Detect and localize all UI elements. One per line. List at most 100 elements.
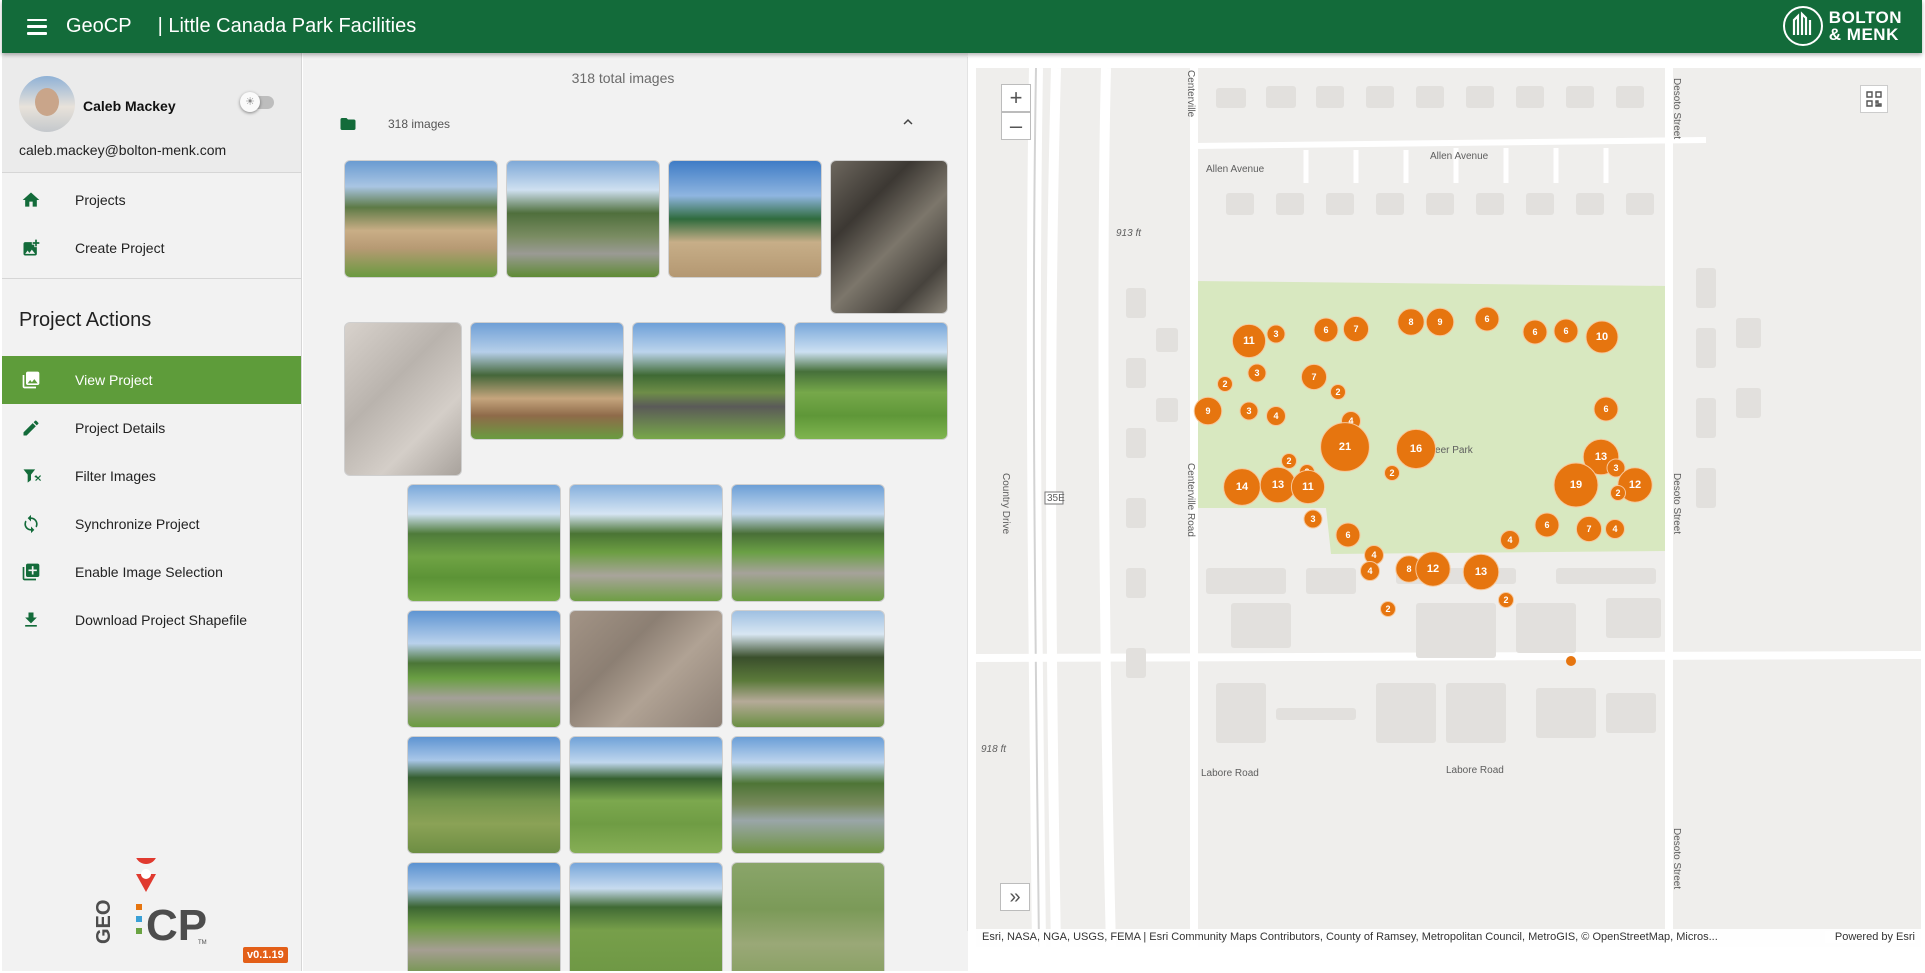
action-project-details[interactable]: Project Details — [2, 404, 301, 452]
image-cluster-marker[interactable]: 6 — [1335, 522, 1361, 548]
image-cluster-marker[interactable]: 2 — [1384, 465, 1400, 481]
cluster-count: 10 — [1596, 331, 1608, 343]
expand-double-chevron-icon[interactable]: » — [1000, 883, 1030, 911]
image-thumbnail[interactable] — [407, 484, 561, 602]
image-cluster-marker[interactable]: 6 — [1313, 317, 1339, 343]
street-label-desoto-south: Desoto Street — [1671, 828, 1682, 889]
image-cluster-marker[interactable]: 19 — [1553, 462, 1599, 508]
zoom-out-button[interactable]: – — [1001, 112, 1031, 140]
nav-create-project[interactable]: Create Project — [2, 224, 301, 272]
cluster-count: 3 — [1246, 406, 1251, 416]
chevron-up-icon[interactable] — [898, 113, 918, 136]
street-label-labore-west: Labore Road — [1201, 768, 1259, 779]
image-thumbnail[interactable] — [407, 862, 561, 971]
brand-line-2: & MENK — [1828, 25, 1899, 44]
image-cluster-marker[interactable]: 7 — [1300, 363, 1328, 391]
street-label-desoto: Desoto Street — [1671, 473, 1682, 534]
image-cluster-marker[interactable]: 6 — [1474, 306, 1500, 332]
cluster-count: 3 — [1273, 329, 1278, 339]
image-cluster-marker[interactable]: 14 — [1223, 468, 1261, 506]
image-cluster-marker[interactable]: 2 — [1380, 601, 1396, 617]
image-cluster-marker[interactable]: 6 — [1593, 396, 1619, 422]
image-cluster-marker[interactable]: 21 — [1320, 422, 1370, 472]
image-thumbnail[interactable] — [344, 322, 462, 476]
theme-toggle[interactable]: ☀ — [240, 92, 274, 112]
image-thumbnail[interactable] — [569, 610, 723, 728]
street-label-country-drive: Country Drive — [1000, 473, 1011, 535]
image-thumbnail[interactable] — [731, 736, 885, 854]
image-cluster-marker[interactable]: 9 — [1193, 396, 1223, 426]
action-enable-image-selection[interactable]: Enable Image Selection — [2, 548, 301, 596]
image-thumbnail[interactable] — [344, 160, 498, 278]
action-download-shapefile[interactable]: Download Project Shapefile — [2, 596, 301, 644]
image-cluster-marker[interactable]: 2 — [1281, 453, 1297, 469]
street-label-allen-west: Allen Avenue — [1206, 164, 1265, 175]
zoom-in-button[interactable]: + — [1001, 84, 1031, 112]
image-thumbnail[interactable] — [569, 862, 723, 971]
image-thumbnail[interactable] — [731, 862, 885, 971]
image-cluster-marker[interactable]: 6 — [1522, 319, 1548, 345]
image-cluster-marker[interactable]: 16 — [1395, 428, 1437, 470]
image-cluster-marker[interactable]: 2 — [1498, 592, 1514, 608]
image-cluster-marker[interactable]: 4 — [1360, 561, 1380, 581]
cluster-count: 2 — [1335, 387, 1340, 397]
image-cluster-marker[interactable]: 9 — [1425, 307, 1455, 337]
image-cluster-marker[interactable]: 3 — [1247, 363, 1267, 383]
action-synchronize-project[interactable]: Synchronize Project — [2, 500, 301, 548]
nav-create-project-label: Create Project — [75, 240, 165, 256]
cluster-count: 12 — [1427, 563, 1439, 575]
image-cluster-marker[interactable]: 4 — [1605, 519, 1625, 539]
qr-code-icon[interactable] — [1860, 85, 1888, 113]
nav-projects[interactable]: Projects — [2, 176, 301, 224]
cluster-count: 2 — [1385, 604, 1390, 614]
image-thumbnail[interactable] — [407, 610, 561, 728]
image-cluster-marker[interactable]: 13 — [1462, 553, 1500, 591]
folder-icon — [340, 118, 356, 130]
cluster-count: 4 — [1612, 524, 1617, 534]
cluster-count: 7 — [1353, 324, 1358, 334]
action-filter-images[interactable]: Filter Images — [2, 452, 301, 500]
image-cluster-marker[interactable]: 2 — [1610, 485, 1626, 501]
image-cluster-marker[interactable]: 11 — [1290, 469, 1326, 505]
street-label-centerville: Centerville Road — [1185, 463, 1196, 537]
image-thumbnail[interactable] — [569, 484, 723, 602]
image-cluster-marker[interactable]: 4 — [1500, 530, 1520, 550]
version-badge: v0.1.19 — [243, 947, 288, 963]
powered-by-esri[interactable]: Powered by Esri — [1824, 931, 1915, 943]
image-cluster-marker[interactable]: 6 — [1553, 318, 1579, 344]
map-point[interactable] — [1566, 656, 1576, 666]
image-thumbnail[interactable] — [668, 160, 822, 278]
image-cluster-marker[interactable]: 3 — [1239, 401, 1259, 421]
image-cluster-marker[interactable]: 3 — [1303, 509, 1323, 529]
image-cluster-marker[interactable]: 7 — [1342, 315, 1370, 343]
image-cluster-marker[interactable]: 2 — [1217, 376, 1233, 392]
image-cluster-marker[interactable]: 13 — [1259, 466, 1297, 504]
action-view-project[interactable]: View Project — [2, 356, 301, 404]
image-thumbnail[interactable] — [731, 484, 885, 602]
menu-icon[interactable] — [24, 17, 50, 37]
image-cluster-marker[interactable]: 10 — [1585, 320, 1619, 354]
map-view[interactable]: Allen Avenue Allen Avenue Labore Road La… — [976, 68, 1921, 947]
gallery-scrollbar[interactable] — [967, 57, 968, 931]
image-thumbnail[interactable] — [632, 322, 786, 440]
download-icon — [21, 610, 41, 630]
image-cluster-marker[interactable]: 12 — [1415, 551, 1451, 587]
cluster-count: 12 — [1629, 479, 1641, 491]
image-cluster-marker[interactable]: 3 — [1266, 324, 1286, 344]
image-thumbnail[interactable] — [731, 610, 885, 728]
image-thumbnail[interactable] — [569, 736, 723, 854]
image-thumbnail[interactable] — [470, 322, 624, 440]
image-cluster-marker[interactable]: 7 — [1575, 515, 1603, 543]
image-thumbnail[interactable] — [794, 322, 948, 440]
image-cluster-marker[interactable]: 6 — [1534, 512, 1560, 538]
image-thumbnail[interactable] — [830, 160, 948, 314]
image-cluster-marker[interactable]: 11 — [1231, 323, 1267, 359]
image-cluster-marker[interactable]: 8 — [1397, 308, 1425, 336]
image-thumbnail[interactable] — [506, 160, 660, 278]
image-thumbnail[interactable] — [407, 736, 561, 854]
image-cluster-marker[interactable]: 4 — [1266, 406, 1286, 426]
add-photo-icon — [21, 238, 41, 258]
folder-row[interactable]: 318 images — [338, 111, 938, 137]
nav-projects-label: Projects — [75, 192, 126, 208]
image-cluster-marker[interactable]: 2 — [1330, 384, 1346, 400]
